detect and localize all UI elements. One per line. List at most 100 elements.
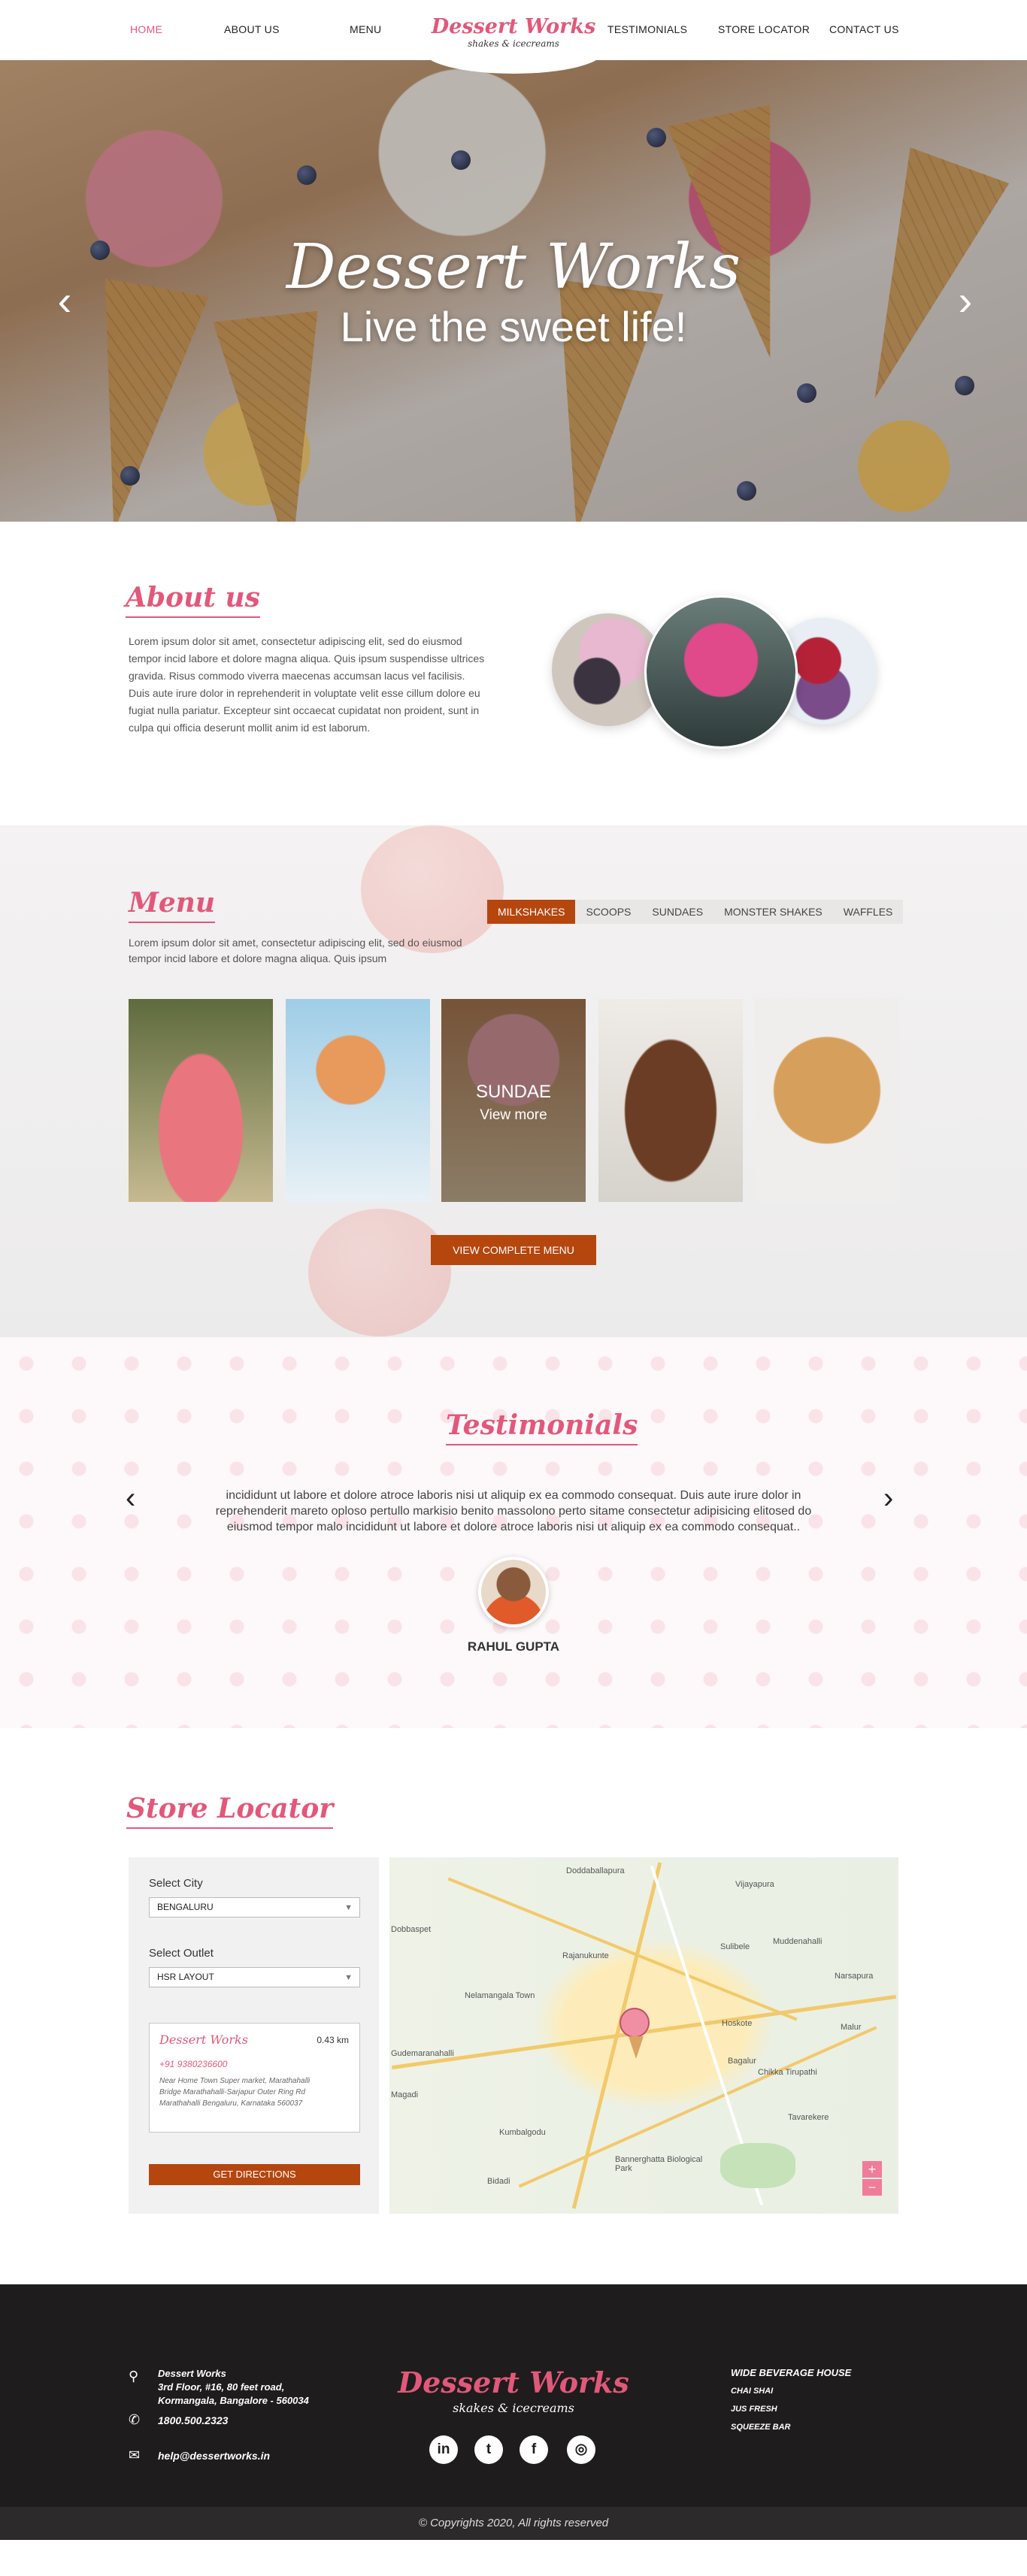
avatar [478, 1557, 549, 1627]
beverage-link[interactable]: SQUEEZE BAR [731, 2423, 790, 2432]
outlet-phone[interactable]: +91 9380236600 [159, 2059, 227, 2069]
map-label: Narsapura [835, 1972, 874, 1981]
map-label: Bannerghatta Biological Park [615, 2155, 703, 2173]
tab-milkshakes[interactable]: MILKSHAKES [487, 900, 576, 924]
facebook-icon[interactable]: f [520, 2435, 548, 2464]
logo-tagline: shakes & icecreams [468, 38, 559, 49]
about-section: About us Lorem ipsum dolor sit amet, con… [0, 522, 1027, 825]
chevron-down-icon: ▼ [344, 1973, 353, 1982]
map-label: Dobbaspet [391, 1925, 432, 1934]
testimonial-next-arrow-icon[interactable]: › [883, 1482, 893, 1515]
map-label: Sulibele [720, 1942, 750, 1951]
hero-next-arrow-icon[interactable]: › [950, 278, 980, 323]
footer-logo-tagline: skakes & icecreams [453, 2401, 574, 2415]
menu-card-milkshake[interactable] [129, 999, 273, 1202]
site-footer: ⚲ Dessert Works 3rd Floor, #16, 80 feet … [0, 2284, 1027, 2540]
map-label: Gudemaranahalli [391, 2049, 454, 2058]
view-complete-menu-button[interactable]: VIEW COMPLETE MENU [431, 1235, 596, 1265]
menu-tabs: MILKSHAKES SCOOPS SUNDAES MONSTER SHAKES… [487, 900, 904, 924]
tab-scoops[interactable]: SCOOPS [575, 900, 641, 924]
testimonial-prev-arrow-icon[interactable]: ‹ [126, 1482, 135, 1515]
map-label: Magadi [391, 2090, 419, 2099]
store-filter-panel: Select City BENGALURU ▼ Select Outlet HS… [129, 1857, 379, 2214]
testimonials-section: Testimonials incididunt ut labore et dol… [0, 1337, 1027, 1728]
nav-about-us[interactable]: ABOUT US [224, 23, 280, 35]
store-locator-title: Store Locator [126, 1793, 334, 1829]
map-label: Nelamangala Town [465, 1991, 535, 2000]
strawberry-background [308, 1209, 451, 1336]
nav-testimonials[interactable]: TESTIMONIALS [607, 23, 687, 35]
menu-text: Lorem ipsum dolor sit amet, consectetur … [129, 937, 462, 964]
menu-section: Menu Lorem ipsum dolor sit amet, consect… [0, 825, 1027, 1337]
nav-contact-us[interactable]: CONTACT US [829, 23, 899, 35]
mail-icon: ✉ [129, 2447, 141, 2462]
map-label: Bagalur [728, 2057, 756, 2066]
zoom-in-button[interactable]: + [862, 2161, 882, 2178]
testimonials-title: Testimonials [446, 1409, 638, 1445]
tab-monster-shakes[interactable]: MONSTER SHAKES [713, 900, 833, 924]
map-label: Chikka Tirupathi [758, 2068, 817, 2077]
city-select-value: BENGALURU [157, 1902, 214, 1912]
map-label: Tavarekere [788, 2113, 829, 2122]
footer-logo: Dessert Works skakes & icecreams [0, 2366, 1027, 2415]
cone-marker-icon [629, 2036, 644, 2059]
beverages-title: WIDE BEVERAGE HOUSE [731, 2367, 852, 2378]
testimonial-quote: incididunt ut labore et dolore atroce la… [215, 1489, 812, 1533]
menu-card-waffle[interactable] [755, 999, 899, 1202]
instagram-icon[interactable]: ◎ [567, 2435, 595, 2464]
chevron-down-icon: ▼ [344, 1903, 353, 1912]
site-header: HOME ABOUT US MENU TESTIMONIALS STORE LO… [0, 0, 1027, 74]
store-map[interactable]: Doddaballapura Nelamangala Town Rajanuku… [389, 1857, 898, 2214]
strawberry-background [361, 825, 504, 953]
about-title: About us [126, 582, 260, 618]
hero-title: Dessert Works [286, 232, 741, 303]
nav-store-locator[interactable]: STORE LOCATOR [718, 23, 810, 35]
hero-subtitle: Live the sweet life! [340, 303, 687, 350]
zoom-out-button[interactable]: − [862, 2179, 882, 2196]
menu-card-sundae[interactable]: SUNDAE View more [441, 999, 586, 1202]
beverage-link[interactable]: JUS FRESH [731, 2405, 777, 2414]
nav-home[interactable]: HOME [130, 23, 162, 35]
city-select[interactable]: BENGALURU ▼ [149, 1897, 360, 1918]
menu-card-monster-shake[interactable] [598, 999, 743, 1202]
get-directions-button[interactable]: GET DIRECTIONS [149, 2164, 360, 2185]
sundae-overlay: SUNDAE View more [441, 999, 586, 1202]
map-label: Doddaballapura [566, 1866, 625, 1875]
nav-menu[interactable]: MENU [350, 23, 381, 35]
header-logo[interactable]: Dessert Works shakes & icecreams [423, 0, 604, 74]
store-locator-section: Store Locator Select City BENGALURU ▼ Se… [0, 1728, 1027, 2284]
beverage-link[interactable]: CHAI SHAI [731, 2387, 773, 2396]
tab-sundaes[interactable]: SUNDAES [641, 900, 713, 924]
outlet-distance: 0.43 km [317, 2035, 349, 2045]
map-marker-icon[interactable] [620, 2008, 650, 2038]
map-label: Kumbalgodu [499, 2128, 546, 2137]
city-label: Select City [149, 1877, 203, 1890]
map-label: Malur [841, 2023, 862, 2032]
footer-logo-text: Dessert Works [398, 2366, 629, 2399]
park-area [720, 2143, 795, 2188]
twitter-icon[interactable]: t [474, 2435, 503, 2464]
map-label: Muddenahalli [773, 1937, 823, 1946]
footer-phone[interactable]: 1800.500.2323 [158, 2414, 228, 2427]
outlet-address: Near Home Town Super market, Marathahall… [159, 2077, 311, 2108]
hero-prev-arrow-icon[interactable]: ‹ [50, 278, 80, 323]
tab-waffles[interactable]: WAFFLES [833, 900, 904, 924]
linkedin-icon[interactable]: in [429, 2435, 458, 2464]
hero-banner: Dessert Works Live the sweet life! ‹ › [0, 60, 1027, 522]
footer-email[interactable]: help@dessertworks.in [158, 2449, 270, 2462]
outlet-name: Dessert Works [159, 2033, 248, 2047]
view-more-link[interactable]: View more [441, 1107, 586, 1124]
outlet-card[interactable]: Dessert Works 0.43 km +91 9380236600 Nea… [149, 2023, 360, 2133]
about-text: Lorem ipsum dolor sit amet, consectetur … [129, 635, 485, 734]
testimonial-author: RAHUL GUPTA [467, 1639, 560, 1654]
menu-card-scoop[interactable] [286, 999, 430, 1202]
outlet-select-value: HSR LAYOUT [157, 1972, 214, 1982]
map-label: Rajanukunte [562, 1951, 609, 1960]
map-label: Hoskote [722, 2019, 753, 2028]
map-label: Vijayapura [735, 1880, 774, 1889]
outlet-select[interactable]: HSR LAYOUT ▼ [149, 1967, 360, 1987]
logo-text: Dessert Works [431, 15, 596, 38]
overlay-title: SUNDAE [475, 1082, 552, 1102]
map-label: Bidadi [487, 2177, 510, 2186]
copyright: © Copyrights 2020, All rights reserved [0, 2507, 1027, 2540]
